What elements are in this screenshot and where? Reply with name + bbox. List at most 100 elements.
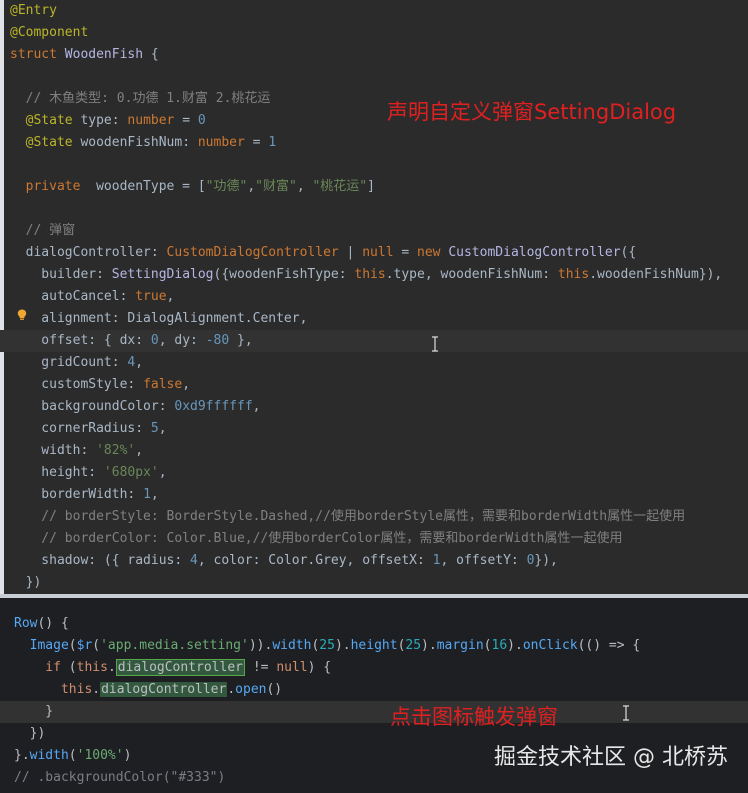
code-token: 0xd9ffffff: [174, 399, 253, 414]
code-token: open: [235, 682, 267, 697]
code-token: .: [107, 660, 116, 675]
code-token: ,: [296, 179, 313, 194]
code-token: ,: [158, 421, 167, 436]
code-line[interactable]: cornerRadius: 5,: [0, 418, 748, 440]
code-token: 5: [150, 421, 159, 436]
code-line[interactable]: // 弹窗: [0, 220, 748, 242]
code-token: SettingDialog: [111, 267, 214, 282]
code-line[interactable]: backgroundColor: 0xd9ffffff,: [0, 396, 748, 418]
code-token: , color: Color.Grey, offsetX:: [197, 553, 433, 568]
code-line[interactable]: [0, 198, 748, 220]
code-token: number: [197, 135, 245, 150]
code-line[interactable]: }: [0, 701, 748, 723]
code-token: ]: [367, 179, 375, 194]
code-line[interactable]: // borderColor: Color.Blue,//使用borderCol…: [0, 528, 748, 550]
code-line[interactable]: customStyle: false,: [0, 374, 748, 396]
code-line[interactable]: shadow: ({ radius: 4, color: Color.Grey,…: [0, 550, 748, 572]
code-token: }.: [14, 748, 30, 763]
lightbulb-icon[interactable]: [17, 309, 27, 321]
code-line[interactable]: width: '82%',: [0, 440, 748, 462]
code-token: builder:: [10, 267, 112, 282]
code-token: 4: [190, 553, 198, 568]
code-token: true: [135, 289, 167, 304]
code-line[interactable]: @Entry: [0, 0, 748, 22]
code-line[interactable]: private woodenType = ["功德","财富", "桃花运"]: [0, 176, 748, 198]
code-token: },: [229, 333, 253, 348]
code-token: autoCancel:: [10, 289, 136, 304]
code-line[interactable]: [0, 154, 748, 176]
code-token: }: [14, 704, 54, 719]
code-line[interactable]: offset: { dx: 0, dy: -80 },: [0, 330, 748, 352]
code-token: // 木鱼类型: 0.功德 1.财富 2.桃花运: [10, 91, 271, 106]
code-token: null: [276, 660, 308, 675]
code-token: height:: [10, 465, 104, 480]
code-line[interactable]: // borderStyle: BorderStyle.Dashed,//使用b…: [0, 506, 748, 528]
code-line[interactable]: Image($r('app.media.setting')).width(25)…: [0, 635, 748, 657]
code-token: Image: [14, 638, 69, 653]
code-token: // borderStyle: BorderStyle.Dashed,//使用b…: [10, 509, 686, 524]
code-token: '82%': [96, 443, 136, 458]
code-line[interactable]: }): [0, 572, 748, 594]
code-token: .: [92, 682, 101, 697]
code-token: width: [272, 638, 312, 653]
code-line[interactable]: builder: SettingDialog({woodenFishType: …: [0, 264, 748, 286]
code-token: '100%': [76, 748, 124, 763]
code-token: '680px': [103, 465, 159, 480]
code-token: // borderColor: Color.Blue,//使用borderCol…: [10, 531, 623, 546]
code-token: () {: [37, 616, 69, 631]
code-token: "桃花运": [312, 179, 368, 194]
code-token: 16: [491, 638, 508, 653]
code-token: }): [10, 575, 42, 590]
code-token: (() => {: [577, 638, 641, 653]
code-token: @State: [10, 135, 81, 150]
code-line[interactable]: this.dialogController.open(): [0, 679, 748, 701]
code-token: customStyle:: [10, 377, 144, 392]
code-token: .woodenFishNum}),: [589, 267, 723, 282]
code-token: 1: [268, 135, 277, 150]
code-line[interactable]: [0, 66, 748, 88]
code-line[interactable]: height: '680px',: [0, 462, 748, 484]
code-token: shadow: ({ radius:: [10, 553, 191, 568]
code-token: ,: [166, 289, 175, 304]
annotation-declare-dialog: 声明自定义弹窗SettingDialog: [387, 100, 677, 124]
code-token: 0: [197, 113, 206, 128]
code-token: alignment: DialogAlignment.Center,: [10, 311, 308, 326]
code-line[interactable]: Row() {: [0, 613, 748, 635]
code-token: dialogController: [115, 659, 245, 676]
code-token: struct: [10, 47, 65, 62]
code-token: =: [244, 135, 269, 150]
code-line[interactable]: autoCancel: true,: [0, 286, 748, 308]
code-token: this: [14, 682, 93, 697]
code-token: // .backgroundColor("#333"): [14, 770, 226, 785]
code-token: 25: [405, 638, 422, 653]
code-token: -80: [205, 333, 230, 348]
code-line[interactable]: struct WoodenFish {: [0, 44, 748, 66]
code-token: (): [266, 682, 283, 697]
watermark: 掘金技术社区 @ 北桥苏: [494, 745, 728, 770]
code-token: "功德": [205, 179, 248, 194]
code-line[interactable]: @State woodenFishNum: number = 1: [0, 132, 748, 154]
code-token: if: [14, 660, 69, 675]
code-line[interactable]: borderWidth: 1,: [0, 484, 748, 506]
code-token: !=: [245, 660, 277, 675]
code-token: offset: { dx:: [10, 333, 151, 348]
text-cursor-icon: [623, 705, 629, 721]
code-token: ).: [334, 638, 351, 653]
code-token: backgroundColor:: [10, 399, 175, 414]
code-token: onClick: [522, 638, 578, 653]
code-line[interactable]: dialogController: CustomDialogController…: [0, 242, 748, 264]
code-token: {: [143, 47, 159, 62]
code-token: type:: [80, 113, 128, 128]
code-token: ).: [507, 638, 523, 653]
code-line[interactable]: @Component: [0, 22, 748, 44]
code-line[interactable]: alignment: DialogAlignment.Center,: [0, 308, 748, 330]
code-token: woodenFishNum:: [80, 135, 198, 150]
code-token: this: [557, 267, 590, 282]
code-token: (: [68, 748, 77, 763]
code-line[interactable]: gridCount: 4,: [0, 352, 748, 374]
code-token: (: [483, 638, 492, 653]
code-line[interactable]: if (this. dialogController != null) {: [0, 657, 748, 679]
code-token: CustomDialogController: [166, 245, 339, 260]
code-token: , dy:: [158, 333, 206, 348]
code-token: )).: [248, 638, 273, 653]
